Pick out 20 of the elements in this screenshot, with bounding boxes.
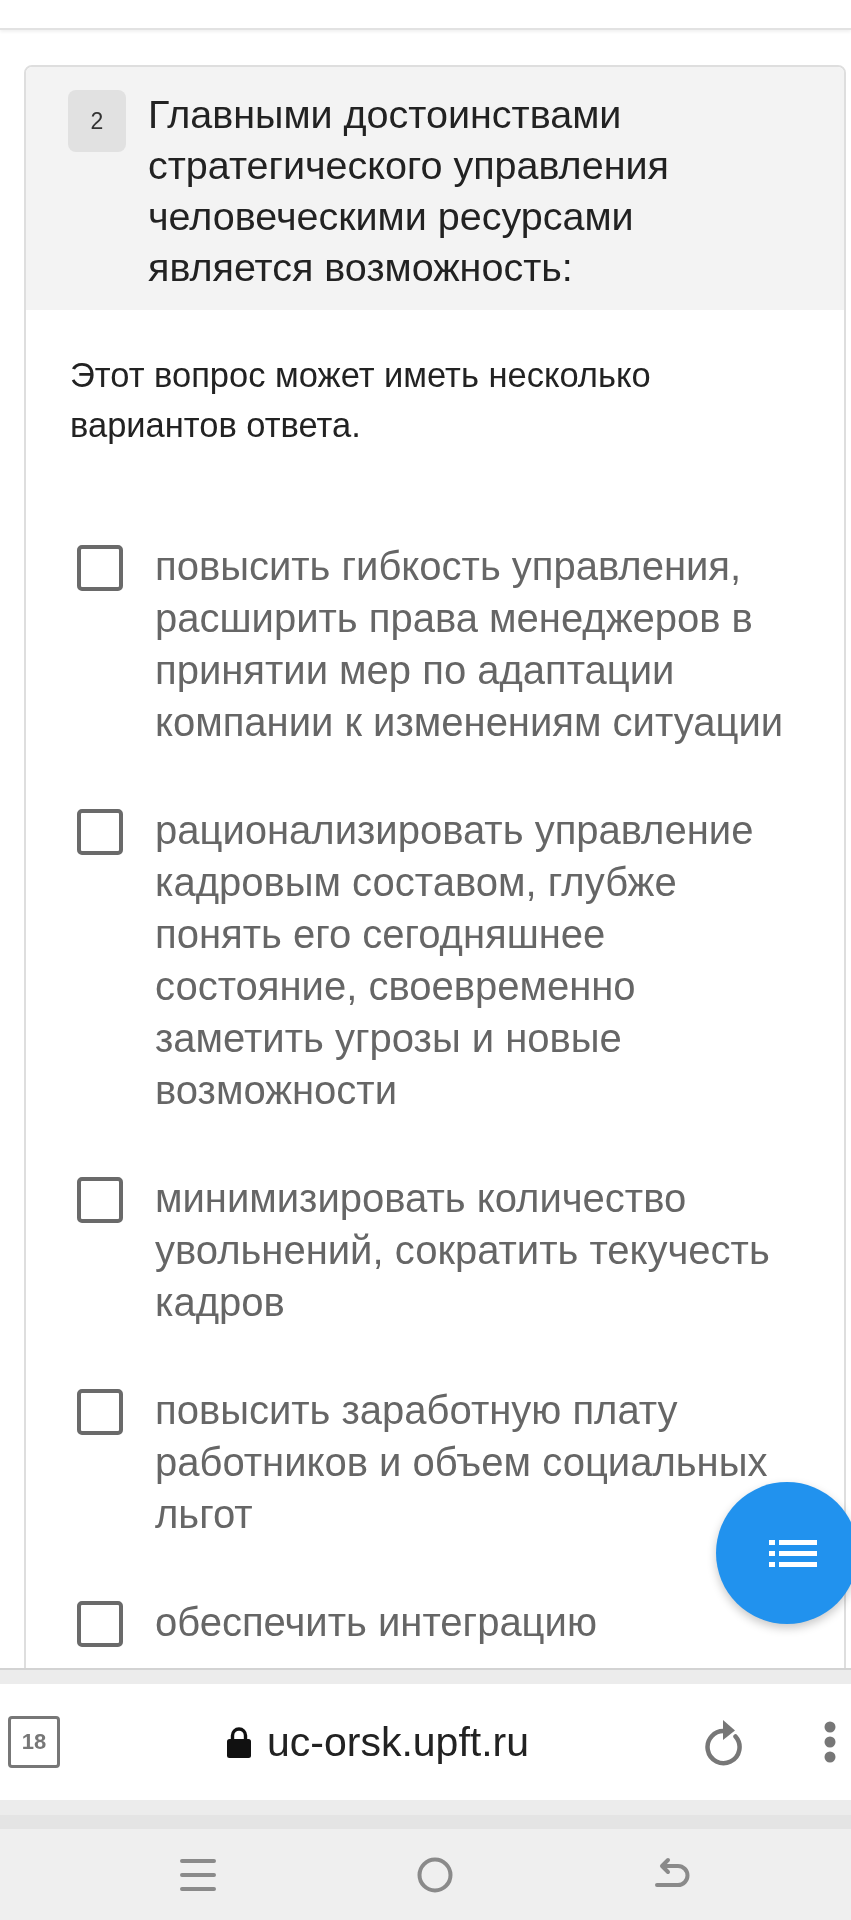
lock-icon [227,1726,251,1758]
list-icon [769,1539,817,1567]
menu-icon[interactable] [179,1856,216,1893]
option-text: повысить гибкость управления, расширить права менеджеров в принятии мер по адаптации компании к изменениям ситуации [155,543,785,746]
hint-text: Этот вопрос может иметь несколько вариантов ответа. [70,355,652,446]
checkbox[interactable] [77,1177,123,1223]
more-options-icon[interactable] [824,1721,836,1763]
option-text: минимизировать количество увольнений, сократить текучесть кадров [155,1175,771,1326]
checkbox[interactable] [77,809,123,855]
question-number: 2 [68,90,126,152]
circle-icon[interactable] [416,1856,453,1893]
option-text: обеспечить интеграцию [155,1599,598,1646]
tab-count-button[interactable]: 18 [8,1716,60,1768]
checkbox[interactable] [77,1601,123,1647]
checkbox[interactable] [77,545,123,591]
option-text: рационализировать управление кадровым составом, глубже понять его сегодняшнее состояние, своевременно заметить угрозы и новые возможности [155,807,755,1114]
question-text: Главными достоинствами стратегического управления человеческими ресурсами является возможность: [148,91,670,291]
option-text: повысить заработную плату работников и объем социальных льгот [155,1387,769,1538]
checkbox[interactable] [77,1389,123,1435]
url-text[interactable]: uc-orsk.upft.ru [267,1718,530,1766]
